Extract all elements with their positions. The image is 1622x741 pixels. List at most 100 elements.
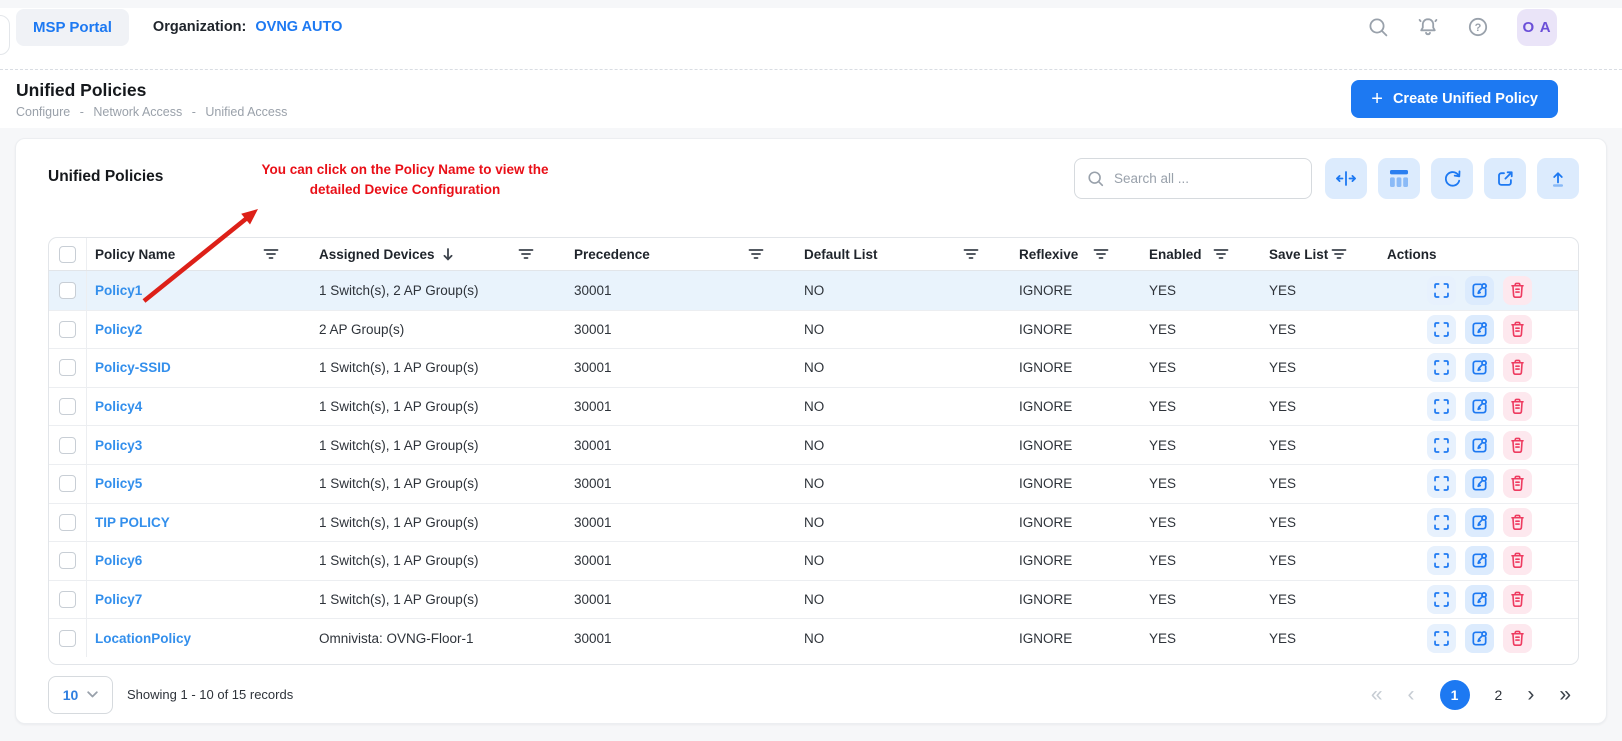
- edit-icon[interactable]: [1465, 353, 1494, 382]
- first-page-icon[interactable]: «: [1371, 684, 1383, 705]
- unified-policies-card: You can click on the Policy Name to view…: [15, 138, 1607, 724]
- expand-icon[interactable]: [1427, 431, 1456, 460]
- enabled-cell: YES: [1141, 399, 1261, 414]
- breadcrumb-item-network-access[interactable]: Network Access: [93, 105, 182, 119]
- policy-name-link[interactable]: Policy7: [95, 592, 142, 607]
- delete-icon[interactable]: [1503, 546, 1532, 575]
- default-list-cell: NO: [796, 592, 1011, 607]
- expand-icon[interactable]: [1427, 469, 1456, 498]
- expand-icon[interactable]: [1427, 585, 1456, 614]
- policy-name-link[interactable]: Policy5: [95, 476, 142, 491]
- table-footer: 10 Showing 1 - 10 of 15 records « ‹ 1 2 …: [48, 676, 1571, 714]
- expand-icon[interactable]: [1427, 276, 1456, 305]
- organization-value-link[interactable]: OVNG AUTO: [255, 19, 342, 35]
- reflexive-cell: IGNORE: [1011, 283, 1141, 298]
- row-checkbox[interactable]: [59, 630, 76, 647]
- delete-icon[interactable]: [1503, 353, 1532, 382]
- expand-icon[interactable]: [1427, 546, 1456, 575]
- bell-icon[interactable]: [1417, 16, 1439, 38]
- next-page-icon[interactable]: ›: [1527, 684, 1534, 705]
- column-header-assigned-devices[interactable]: Assigned Devices: [311, 238, 566, 270]
- pagination: « ‹ 1 2 › »: [1371, 680, 1571, 710]
- edit-icon[interactable]: [1465, 508, 1494, 537]
- prev-page-icon[interactable]: ‹: [1408, 684, 1415, 705]
- help-icon[interactable]: ?: [1467, 16, 1489, 38]
- filter-icon[interactable]: [748, 248, 764, 260]
- policy-name-link[interactable]: Policy-SSID: [95, 360, 171, 375]
- policy-name-link[interactable]: Policy2: [95, 322, 142, 337]
- precedence-cell: 30001: [566, 631, 796, 646]
- expand-icon[interactable]: [1427, 624, 1456, 653]
- create-unified-policy-button[interactable]: + Create Unified Policy: [1351, 80, 1558, 118]
- delete-icon[interactable]: [1503, 315, 1532, 344]
- row-checkbox[interactable]: [59, 398, 76, 415]
- column-header-policy-name[interactable]: Policy Name: [87, 238, 311, 270]
- page-size-select[interactable]: 10: [48, 676, 113, 714]
- edit-icon[interactable]: [1465, 431, 1494, 460]
- breadcrumb-item-configure[interactable]: Configure: [16, 105, 70, 119]
- row-checkbox[interactable]: [59, 591, 76, 608]
- column-resize-icon[interactable]: [1325, 158, 1367, 199]
- edit-icon[interactable]: [1465, 315, 1494, 344]
- edit-icon[interactable]: [1465, 469, 1494, 498]
- search-input[interactable]: [1114, 171, 1299, 186]
- last-page-icon[interactable]: »: [1559, 684, 1571, 705]
- edit-icon[interactable]: [1465, 392, 1494, 421]
- expand-icon[interactable]: [1427, 508, 1456, 537]
- row-checkbox[interactable]: [59, 514, 76, 531]
- row-checkbox[interactable]: [59, 282, 76, 299]
- policy-name-link[interactable]: Policy4: [95, 399, 142, 414]
- page-button-1[interactable]: 1: [1440, 680, 1470, 710]
- table-header-row: Policy Name Assigned Devices Preceden: [49, 238, 1578, 271]
- row-checkbox[interactable]: [59, 359, 76, 376]
- save-list-cell: YES: [1261, 515, 1379, 530]
- filter-icon[interactable]: [963, 248, 979, 260]
- column-header-precedence[interactable]: Precedence: [566, 238, 796, 270]
- upload-icon[interactable]: [1537, 158, 1579, 199]
- expand-icon[interactable]: [1427, 315, 1456, 344]
- filter-icon[interactable]: [263, 248, 279, 260]
- edit-icon[interactable]: [1465, 585, 1494, 614]
- policy-name-link[interactable]: Policy6: [95, 553, 142, 568]
- delete-icon[interactable]: [1503, 431, 1532, 460]
- columns-icon[interactable]: [1378, 158, 1420, 199]
- export-icon[interactable]: [1484, 158, 1526, 199]
- delete-icon[interactable]: [1503, 624, 1532, 653]
- sort-desc-icon[interactable]: [442, 247, 454, 262]
- filter-icon[interactable]: [1213, 248, 1229, 260]
- assigned-devices-cell: 1 Switch(s), 2 AP Group(s): [311, 283, 566, 298]
- filter-icon[interactable]: [1331, 248, 1347, 260]
- policy-name-link[interactable]: TIP POLICY: [95, 515, 170, 530]
- refresh-icon[interactable]: [1431, 158, 1473, 199]
- user-avatar[interactable]: O A: [1517, 9, 1557, 46]
- expand-icon[interactable]: [1427, 392, 1456, 421]
- delete-icon[interactable]: [1503, 392, 1532, 421]
- row-checkbox[interactable]: [59, 552, 76, 569]
- edit-icon[interactable]: [1465, 624, 1494, 653]
- filter-icon[interactable]: [518, 248, 534, 260]
- row-checkbox[interactable]: [59, 437, 76, 454]
- column-header-reflexive[interactable]: Reflexive: [1011, 238, 1141, 270]
- search-icon[interactable]: [1367, 16, 1389, 38]
- expand-icon[interactable]: [1427, 353, 1456, 382]
- msp-portal-button[interactable]: MSP Portal: [16, 9, 129, 46]
- column-header-enabled[interactable]: Enabled: [1141, 238, 1261, 270]
- column-header-save-list[interactable]: Save List: [1261, 238, 1379, 270]
- row-checkbox[interactable]: [59, 475, 76, 492]
- delete-icon[interactable]: [1503, 585, 1532, 614]
- filter-icon[interactable]: [1093, 248, 1109, 260]
- breadcrumb-item-unified-access[interactable]: Unified Access: [205, 105, 287, 119]
- delete-icon[interactable]: [1503, 508, 1532, 537]
- row-checkbox[interactable]: [59, 321, 76, 338]
- assigned-devices-cell: 2 AP Group(s): [311, 322, 566, 337]
- policy-name-link[interactable]: Policy1: [95, 283, 142, 298]
- policy-name-link[interactable]: LocationPolicy: [95, 631, 191, 646]
- page-button-2[interactable]: 2: [1495, 687, 1503, 703]
- delete-icon[interactable]: [1503, 276, 1532, 305]
- edit-icon[interactable]: [1465, 546, 1494, 575]
- select-all-checkbox[interactable]: [59, 246, 76, 263]
- edit-icon[interactable]: [1465, 276, 1494, 305]
- policy-name-link[interactable]: Policy3: [95, 438, 142, 453]
- delete-icon[interactable]: [1503, 469, 1532, 498]
- column-header-default-list[interactable]: Default List: [796, 238, 1011, 270]
